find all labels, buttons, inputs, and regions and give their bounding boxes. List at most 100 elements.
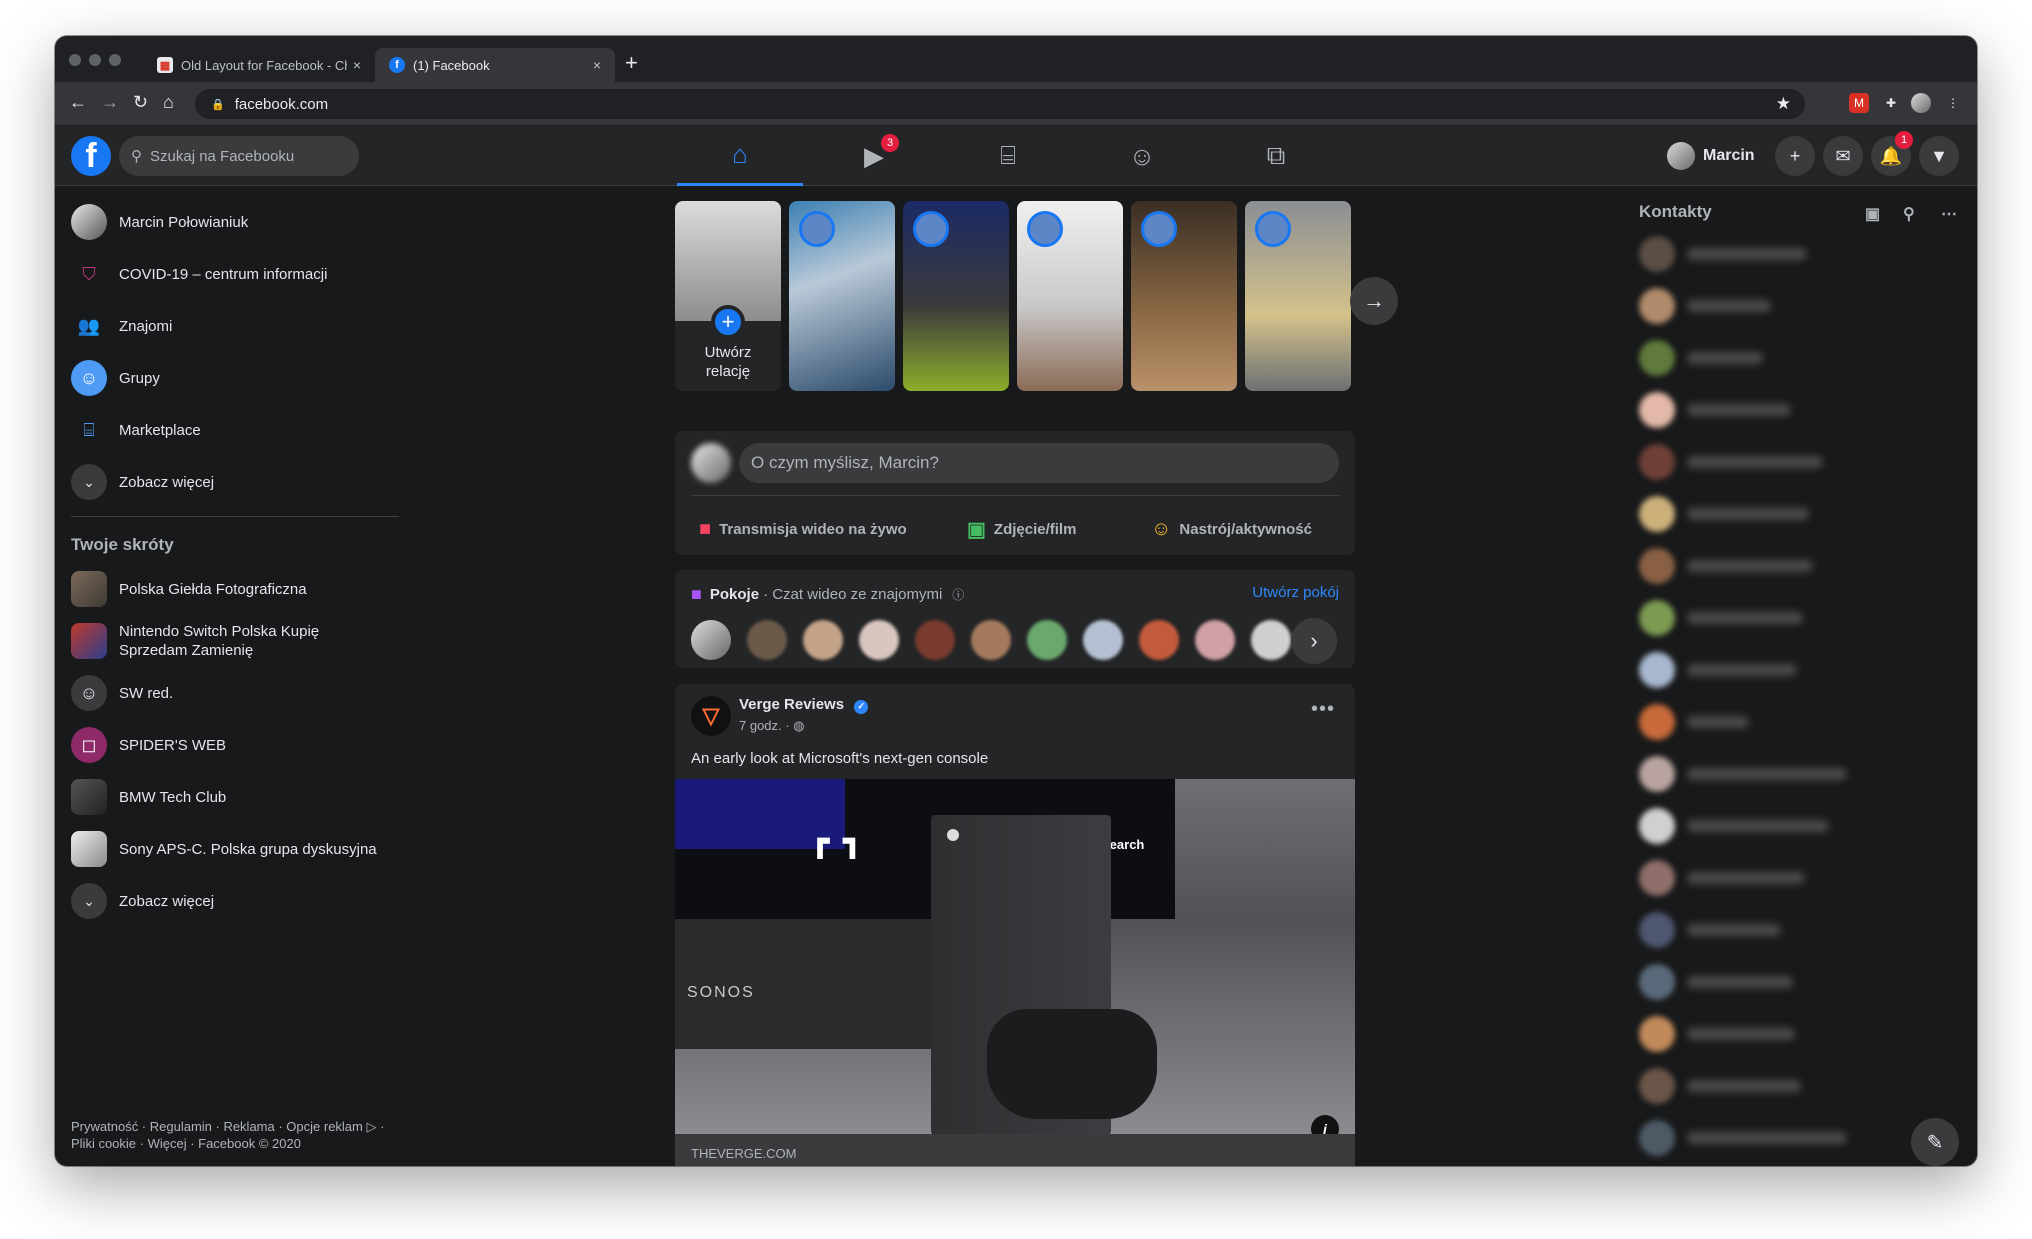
sidebar-item-friends[interactable]: 👥 Znajomi [63, 300, 403, 352]
more-options-icon[interactable]: ⋯ [1941, 204, 1957, 224]
home-icon[interactable]: ⌂ [163, 92, 174, 113]
avatar[interactable] [915, 620, 955, 660]
sidebar-item-covid[interactable]: ⛉ COVID-19 – centrum informacji [63, 248, 403, 300]
contact-item[interactable] [1631, 488, 1961, 540]
avatar[interactable] [1083, 620, 1123, 660]
contact-item[interactable] [1631, 956, 1961, 1008]
bookmark-star-icon[interactable]: ★ [1776, 94, 1791, 114]
info-icon[interactable]: ⓘ [952, 586, 964, 603]
footer-line[interactable]: Pliki cookie · Więcej · Facebook © 2020 [71, 1135, 411, 1152]
profile-avatar-icon[interactable] [1911, 93, 1931, 113]
messenger-button[interactable]: ✉ [1823, 136, 1863, 176]
close-window-button[interactable] [69, 54, 81, 66]
link-preview[interactable]: THEVERGE.COM [675, 1134, 1355, 1166]
contact-item[interactable] [1631, 748, 1961, 800]
extensions-puzzle-icon[interactable]: ✚ [1881, 93, 1901, 113]
avatar[interactable] [803, 620, 843, 660]
facebook-logo-icon[interactable]: f [71, 136, 111, 176]
shortcut-item[interactable]: Polska Giełda Fotograficzna [63, 563, 403, 615]
browser-tab-facebook[interactable]: f (1) Facebook × [375, 48, 615, 82]
browser-menu-icon[interactable]: ⋮ [1943, 93, 1963, 113]
story-card[interactable] [1017, 201, 1123, 391]
post-author[interactable]: Verge Reviews [739, 696, 844, 713]
post-timestamp[interactable]: 7 godz. · ◍ [739, 718, 805, 734]
rooms-next-arrow-icon[interactable]: › [1291, 618, 1337, 664]
address-bar[interactable]: 🔒 facebook.com ★ [195, 89, 1805, 119]
post-image[interactable]: ┏ ┓ Search SONOS i [675, 779, 1355, 1134]
window-controls[interactable] [69, 54, 121, 66]
contact-item[interactable] [1631, 1060, 1961, 1112]
avatar[interactable] [691, 620, 731, 660]
contact-item[interactable] [1631, 592, 1961, 644]
contact-item[interactable] [1631, 696, 1961, 748]
info-icon[interactable]: i [1311, 1115, 1339, 1134]
stories-next-arrow-icon[interactable]: → [1350, 277, 1398, 325]
shortcut-item[interactable]: ☺ SW red. [63, 667, 403, 719]
footer-links[interactable]: Prywatność · Regulamin · Reklama · Opcje… [71, 1118, 411, 1152]
profile-chip[interactable]: Marcin [1667, 138, 1755, 174]
back-icon[interactable]: ← [69, 92, 87, 113]
new-tab-button[interactable]: + [625, 50, 638, 76]
tab-groups[interactable]: ☺ [1079, 126, 1205, 186]
story-card[interactable] [1131, 201, 1237, 391]
search-icon[interactable]: ⚲ [1903, 204, 1915, 224]
browser-tab-old-layout[interactable]: ▦ Old Layout for Facebook - Chr × [143, 48, 375, 82]
shortcut-item[interactable]: Nintendo Switch Polska Kupię Sprzedam Za… [63, 615, 403, 667]
sidebar-item-profile[interactable]: Marcin Połowianiuk [63, 196, 403, 248]
contact-item[interactable] [1631, 436, 1961, 488]
gmail-extension-icon[interactable]: M [1849, 93, 1869, 113]
post-author-link[interactable]: Verge Reviews ✓ [739, 696, 869, 714]
tab-marketplace[interactable]: ⌸ [945, 126, 1071, 186]
tab-home[interactable]: ⌂ [677, 126, 803, 186]
account-menu-button[interactable]: ▼ [1919, 136, 1959, 176]
shortcuts-see-more[interactable]: ⌄ Zobacz więcej [63, 875, 403, 927]
contact-item[interactable] [1631, 540, 1961, 592]
composer-input[interactable]: O czym myślisz, Marcin? [739, 443, 1339, 483]
feeling-activity-button[interactable]: ☺ Nastrój/aktywność [1151, 509, 1312, 549]
contact-item[interactable] [1631, 904, 1961, 956]
avatar[interactable] [1027, 620, 1067, 660]
contact-item[interactable] [1631, 228, 1961, 280]
close-tab-icon[interactable]: × [353, 57, 361, 73]
create-story-card[interactable]: + Utwórz relację [675, 201, 781, 391]
contact-item[interactable] [1631, 800, 1961, 852]
live-video-button[interactable]: ■ Transmisja wideo na żywo [699, 509, 907, 549]
footer-line[interactable]: Prywatność · Regulamin · Reklama · Opcje… [71, 1118, 411, 1135]
minimize-window-button[interactable] [89, 54, 101, 66]
contact-item[interactable] [1631, 852, 1961, 904]
new-message-button[interactable]: ✎ [1911, 1118, 1959, 1166]
sidebar-item-groups[interactable]: ☺ Grupy [63, 352, 403, 404]
avatar[interactable] [1195, 620, 1235, 660]
tab-gaming[interactable]: ⧉ [1213, 126, 1339, 186]
avatar[interactable] [859, 620, 899, 660]
post-options-icon[interactable]: ••• [1311, 698, 1335, 721]
avatar[interactable] [971, 620, 1011, 660]
maximize-window-button[interactable] [109, 54, 121, 66]
shortcut-item[interactable]: BMW Tech Club [63, 771, 403, 823]
close-tab-icon[interactable]: × [593, 57, 601, 73]
sidebar-see-more[interactable]: ⌄ Zobacz więcej [63, 456, 403, 508]
reload-icon[interactable]: ↻ [133, 92, 148, 113]
shortcut-item[interactable]: Sony APS-C. Polska grupa dyskusyjna [63, 823, 403, 875]
sidebar-item-marketplace[interactable]: ⌸ Marketplace [63, 404, 403, 456]
search-input[interactable]: ⚲ Szukaj na Facebooku [119, 136, 359, 176]
avatar[interactable] [1139, 620, 1179, 660]
contact-item[interactable] [1631, 384, 1961, 436]
create-button[interactable]: + [1775, 136, 1815, 176]
shortcut-item[interactable]: ◻ SPIDER'S WEB [63, 719, 403, 771]
story-card[interactable] [903, 201, 1009, 391]
verge-logo-icon[interactable]: ▽ [691, 696, 731, 736]
contact-item[interactable] [1631, 280, 1961, 332]
post-time[interactable]: 7 godz. · [739, 718, 790, 733]
photo-video-button[interactable]: ▣ Zdjęcie/film [967, 509, 1076, 549]
contact-item[interactable] [1631, 1008, 1961, 1060]
forward-icon[interactable]: → [101, 92, 119, 113]
avatar[interactable] [747, 620, 787, 660]
story-card[interactable] [1245, 201, 1351, 391]
notifications-button[interactable]: 🔔 1 [1871, 131, 1913, 176]
create-room-link[interactable]: Utwórz pokój [1252, 584, 1339, 601]
tab-watch[interactable]: ▶ 3 [811, 126, 937, 186]
story-card[interactable] [789, 201, 895, 391]
contact-item[interactable] [1631, 332, 1961, 384]
contact-item[interactable] [1631, 644, 1961, 696]
